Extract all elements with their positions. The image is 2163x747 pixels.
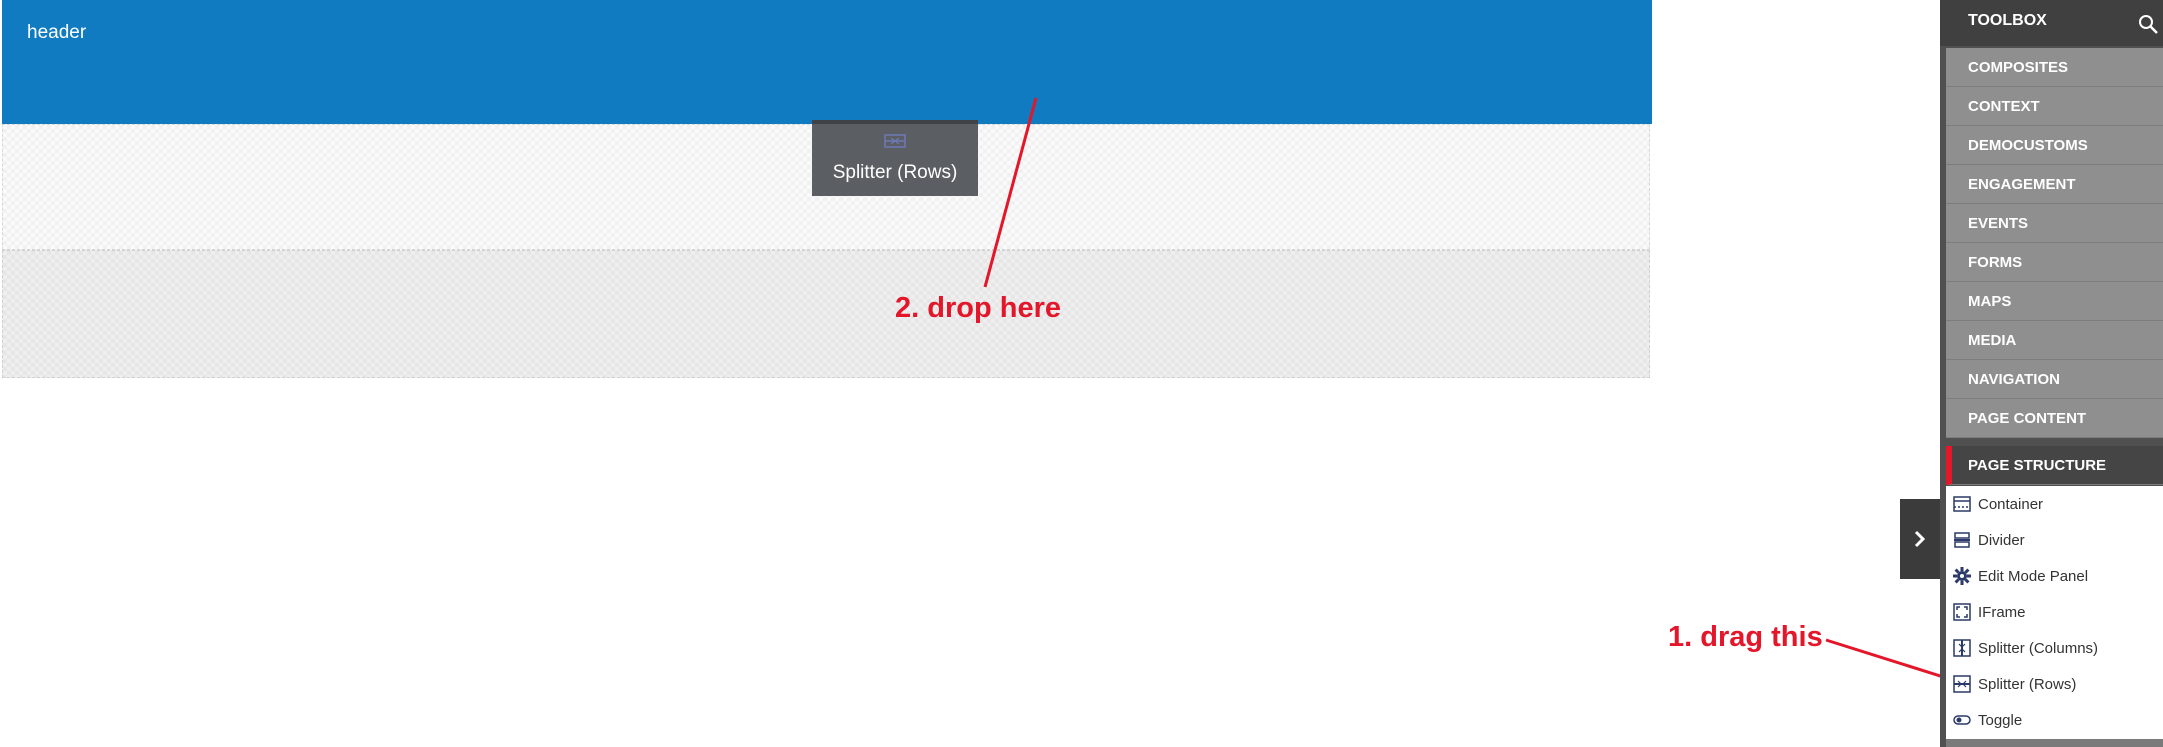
toolbox-item-divider[interactable]: Divider xyxy=(1946,522,2163,558)
divider-icon xyxy=(1954,532,1970,548)
category-navigation[interactable]: NAVIGATION xyxy=(1946,360,2163,399)
page-structure-items: Container Divider Edit Mode Panel IFrame… xyxy=(1946,486,2163,739)
toolbox-item-container[interactable]: Container xyxy=(1946,486,2163,522)
category-page-content[interactable]: PAGE CONTENT xyxy=(1946,399,2163,438)
splitter-columns-icon xyxy=(1953,639,1971,657)
toolbox-footer-bar xyxy=(1946,739,2163,747)
toolbox-item-edit-mode-panel[interactable]: Edit Mode Panel xyxy=(1946,558,2163,594)
toolbox-item-splitter-columns[interactable]: Splitter (Columns) xyxy=(1946,630,2163,666)
toolbox-item-iframe[interactable]: IFrame xyxy=(1946,594,2163,630)
drag-ghost-label: Splitter (Rows) xyxy=(832,162,958,183)
toolbox-header: TOOLBOX xyxy=(1940,0,2163,46)
header-placeholder[interactable]: header xyxy=(2,0,1652,124)
drag-ghost-splitter-rows[interactable]: Splitter (Rows) xyxy=(812,120,978,196)
toolbox-panel: TOOLBOX COMPOSITES CONTEXT DEMOCUSTOMS E… xyxy=(1940,0,2163,747)
header-label: header xyxy=(27,22,87,43)
toolbox-item-toggle[interactable]: Toggle xyxy=(1946,702,2163,738)
category-forms[interactable]: FORMS xyxy=(1946,243,2163,282)
category-maps[interactable]: MAPS xyxy=(1946,282,2163,321)
toolbox-item-label: Divider xyxy=(1978,531,2025,549)
toolbox-item-label: Splitter (Rows) xyxy=(1978,675,2077,693)
category-page-structure[interactable]: PAGE STRUCTURE xyxy=(1946,446,2163,485)
toolbox-item-label: IFrame xyxy=(1978,603,2026,621)
annotation-drag-this: 1. drag this xyxy=(1668,621,1823,653)
category-composites[interactable]: COMPOSITES xyxy=(1946,48,2163,87)
toolbox-item-label: Toggle xyxy=(1978,711,2023,729)
container-icon xyxy=(1953,496,1971,512)
category-media[interactable]: MEDIA xyxy=(1946,321,2163,360)
category-events[interactable]: EVENTS xyxy=(1946,204,2163,243)
splitter-rows-icon xyxy=(1953,675,1971,693)
toolbox-title: TOOLBOX xyxy=(1968,12,2047,29)
search-icon[interactable] xyxy=(2136,12,2160,36)
iframe-icon xyxy=(1953,603,1971,621)
category-context[interactable]: CONTEXT xyxy=(1946,87,2163,126)
toolbox-item-label: Container xyxy=(1978,495,2044,513)
page-canvas: header Splitter (Rows) xyxy=(0,0,1652,378)
toolbox-item-label: Splitter (Columns) xyxy=(1978,639,2099,657)
toolbox-item-splitter-rows[interactable]: Splitter (Rows) xyxy=(1946,666,2163,702)
arrow-to-splitter-rows-item xyxy=(1825,638,1954,682)
empty-placeholder-zone[interactable] xyxy=(2,250,1650,378)
chevron-right-icon xyxy=(1914,530,1926,548)
gear-icon xyxy=(1953,567,1971,585)
splitter-rows-icon xyxy=(884,134,906,148)
category-democustoms[interactable]: DEMOCUSTOMS xyxy=(1946,126,2163,165)
category-engagement[interactable]: ENGAGEMENT xyxy=(1946,165,2163,204)
toggle-icon xyxy=(1953,715,1971,725)
annotation-drop-here: 2. drop here xyxy=(895,292,1061,324)
toolbox-item-label: Edit Mode Panel xyxy=(1978,567,2089,585)
toolbox-collapse-button[interactable] xyxy=(1900,499,1940,579)
